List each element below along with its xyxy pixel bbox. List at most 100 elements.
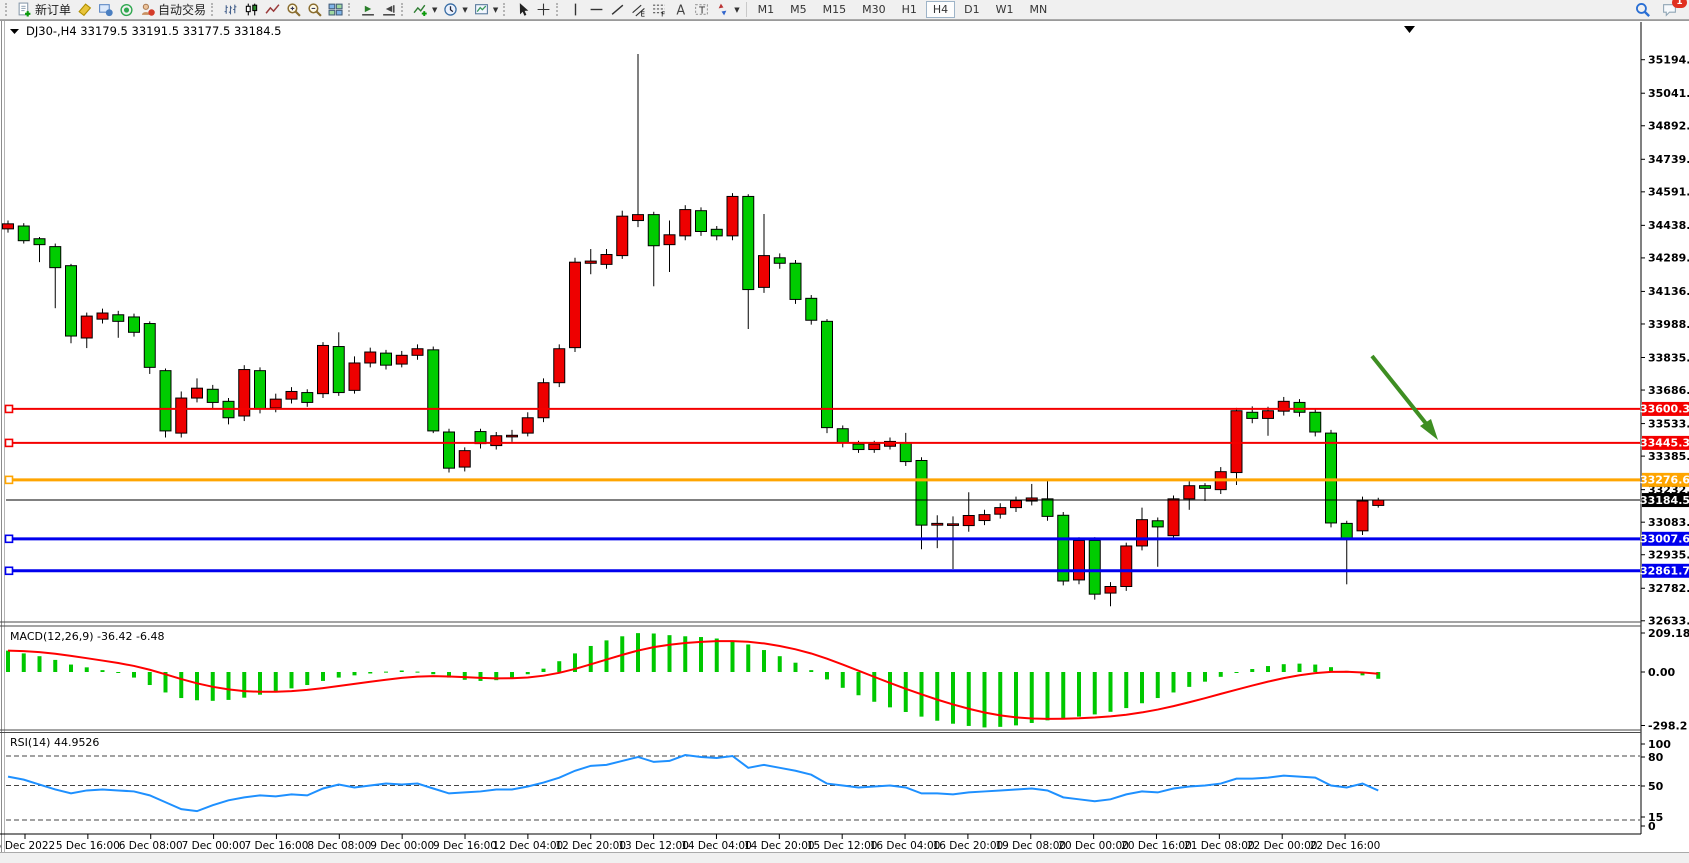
zoom-in-button[interactable]	[283, 1, 304, 19]
timeframe-m5-button[interactable]: M5	[783, 1, 814, 18]
arrows-button[interactable]: ▼	[712, 1, 742, 19]
chevron-down-icon[interactable]: ▼	[493, 6, 498, 14]
svg-text:33083.5: 33083.5	[1648, 516, 1689, 529]
cursor-button[interactable]	[512, 1, 533, 19]
svg-text:80: 80	[1648, 751, 1664, 764]
zoom-in-icon	[286, 2, 301, 17]
fibo-icon: F	[652, 2, 667, 17]
svg-text:33385.0: 33385.0	[1648, 450, 1689, 463]
timeframe-m15-button[interactable]: M15	[816, 1, 854, 18]
svg-text:35194.0: 35194.0	[1648, 53, 1689, 66]
chevron-down-icon[interactable]: ▼	[734, 6, 739, 14]
svg-text:34892.5: 34892.5	[1648, 120, 1689, 133]
new-order-button[interactable]: 新订单	[14, 1, 74, 19]
svg-text:21 Dec 08:00: 21 Dec 08:00	[1184, 840, 1255, 852]
search-icon	[1635, 2, 1650, 17]
template-button[interactable]: ▼	[471, 1, 501, 19]
svg-text:15 Dec 12:00: 15 Dec 12:00	[807, 840, 878, 852]
svg-text:13 Dec 12:00: 13 Dec 12:00	[618, 840, 689, 852]
new-order-button-label: 新订单	[35, 1, 71, 18]
svg-text:33007.6: 33007.6	[1640, 533, 1689, 546]
linechart-icon	[265, 2, 280, 17]
svg-text:9 Dec 16:00: 9 Dec 16:00	[433, 840, 497, 852]
svg-text:22 Dec 16:00: 22 Dec 16:00	[1310, 840, 1381, 852]
svg-text:5 Dec 2022: 5 Dec 2022	[0, 840, 55, 852]
crosshair-button[interactable]	[533, 1, 554, 19]
svg-text:7 Dec 16:00: 7 Dec 16:00	[244, 840, 308, 852]
chat-button[interactable]: 1	[1659, 1, 1680, 19]
tile-windows-button[interactable]	[325, 1, 346, 19]
chart-shift-button[interactable]	[378, 1, 399, 19]
timeframe-h1-button[interactable]: H1	[895, 1, 924, 18]
toolbar-separator	[746, 2, 747, 17]
tiles-icon	[328, 2, 343, 17]
autotrading-icon	[140, 2, 155, 17]
toolbar-group: 自动交易	[74, 0, 209, 20]
bar-chart-button[interactable]	[220, 1, 241, 19]
timeframe-d1-button[interactable]: D1	[957, 1, 986, 18]
timeframe-w1-button[interactable]: W1	[989, 1, 1021, 18]
crosshair-icon	[536, 2, 551, 17]
svg-text:22 Dec 00:00: 22 Dec 00:00	[1247, 840, 1318, 852]
svg-text:32633.5: 32633.5	[1648, 615, 1689, 628]
svg-text:16 Dec 20:00: 16 Dec 20:00	[933, 840, 1004, 852]
svg-text:14 Dec 20:00: 14 Dec 20:00	[744, 840, 815, 852]
toolbar-group: EFAT ▼	[554, 0, 742, 20]
candlestick-chart-button[interactable]	[241, 1, 262, 19]
chevron-down-icon[interactable]: ▼	[432, 6, 437, 14]
svg-text:34739.5: 34739.5	[1648, 153, 1689, 166]
text-button[interactable]: A	[670, 1, 691, 19]
svg-text:7 Dec 00:00: 7 Dec 00:00	[182, 840, 246, 852]
svg-text:33184.5: 33184.5	[1640, 494, 1689, 507]
trendline-button[interactable]	[607, 1, 628, 19]
autotrading-button[interactable]: 自动交易	[137, 1, 209, 19]
svg-text:34289.5: 34289.5	[1648, 252, 1689, 265]
chart-window: DJ30-,H4 33179.5 33191.5 33177.5 33184.5…	[0, 20, 1689, 859]
vertical-line-button[interactable]	[565, 1, 586, 19]
zoom-out-button[interactable]	[304, 1, 325, 19]
toolbar-grip	[348, 3, 353, 16]
timeframe-group: M1M5M15M30H1H4D1W1MN	[750, 0, 1056, 20]
labelT-icon: T	[694, 2, 709, 17]
svg-text:33276.6: 33276.6	[1640, 474, 1689, 487]
svg-text:34438.0: 34438.0	[1648, 219, 1689, 232]
svg-text:0: 0	[1648, 820, 1656, 833]
svg-text:33445.3: 33445.3	[1640, 437, 1689, 450]
trend-icon	[610, 2, 625, 17]
timeframe-m1-button[interactable]: M1	[751, 1, 782, 18]
indicator-icon	[413, 2, 428, 17]
toolbar-grip	[401, 3, 406, 16]
virtual-hosting-button[interactable]	[95, 1, 116, 19]
svg-text:A: A	[677, 3, 686, 17]
status-strip	[0, 853, 1689, 859]
text-label-button[interactable]: T	[691, 1, 712, 19]
svg-text:33686.5: 33686.5	[1648, 384, 1689, 397]
svg-text:8 Dec 08:00: 8 Dec 08:00	[307, 840, 371, 852]
svg-text:12 Dec 20:00: 12 Dec 20:00	[555, 840, 626, 852]
search-button[interactable]	[1632, 1, 1653, 19]
price-board-button[interactable]	[74, 1, 95, 19]
period-button[interactable]: ▼	[440, 1, 470, 19]
toolbar-group	[346, 0, 399, 20]
timeframe-h4-button[interactable]: H4	[926, 1, 955, 18]
cursor-icon	[515, 2, 530, 17]
vline-icon	[568, 2, 583, 17]
equidistant-channel-button[interactable]: E	[628, 1, 649, 19]
svg-text:32935.0: 32935.0	[1648, 549, 1689, 562]
timeframe-mn-button[interactable]: MN	[1023, 1, 1055, 18]
indicators-button[interactable]: ▼	[410, 1, 440, 19]
fibonacci-button[interactable]: F	[649, 1, 670, 19]
autoscroll-icon	[360, 2, 375, 17]
svg-text:9 Dec 00:00: 9 Dec 00:00	[370, 840, 434, 852]
svg-text:32782.0: 32782.0	[1648, 582, 1689, 595]
svg-text:19 Dec 08:00: 19 Dec 08:00	[995, 840, 1066, 852]
auto-scroll-button[interactable]	[357, 1, 378, 19]
news-broadcast-button[interactable]	[116, 1, 137, 19]
notification-badge: 1	[1672, 0, 1687, 8]
horizontal-line-button[interactable]	[586, 1, 607, 19]
toolbar-group: 新订单	[3, 0, 74, 20]
line-chart-button[interactable]	[262, 1, 283, 19]
timeframe-m30-button[interactable]: M30	[855, 1, 893, 18]
svg-text:50: 50	[1648, 780, 1664, 793]
chevron-down-icon[interactable]: ▼	[462, 6, 467, 14]
